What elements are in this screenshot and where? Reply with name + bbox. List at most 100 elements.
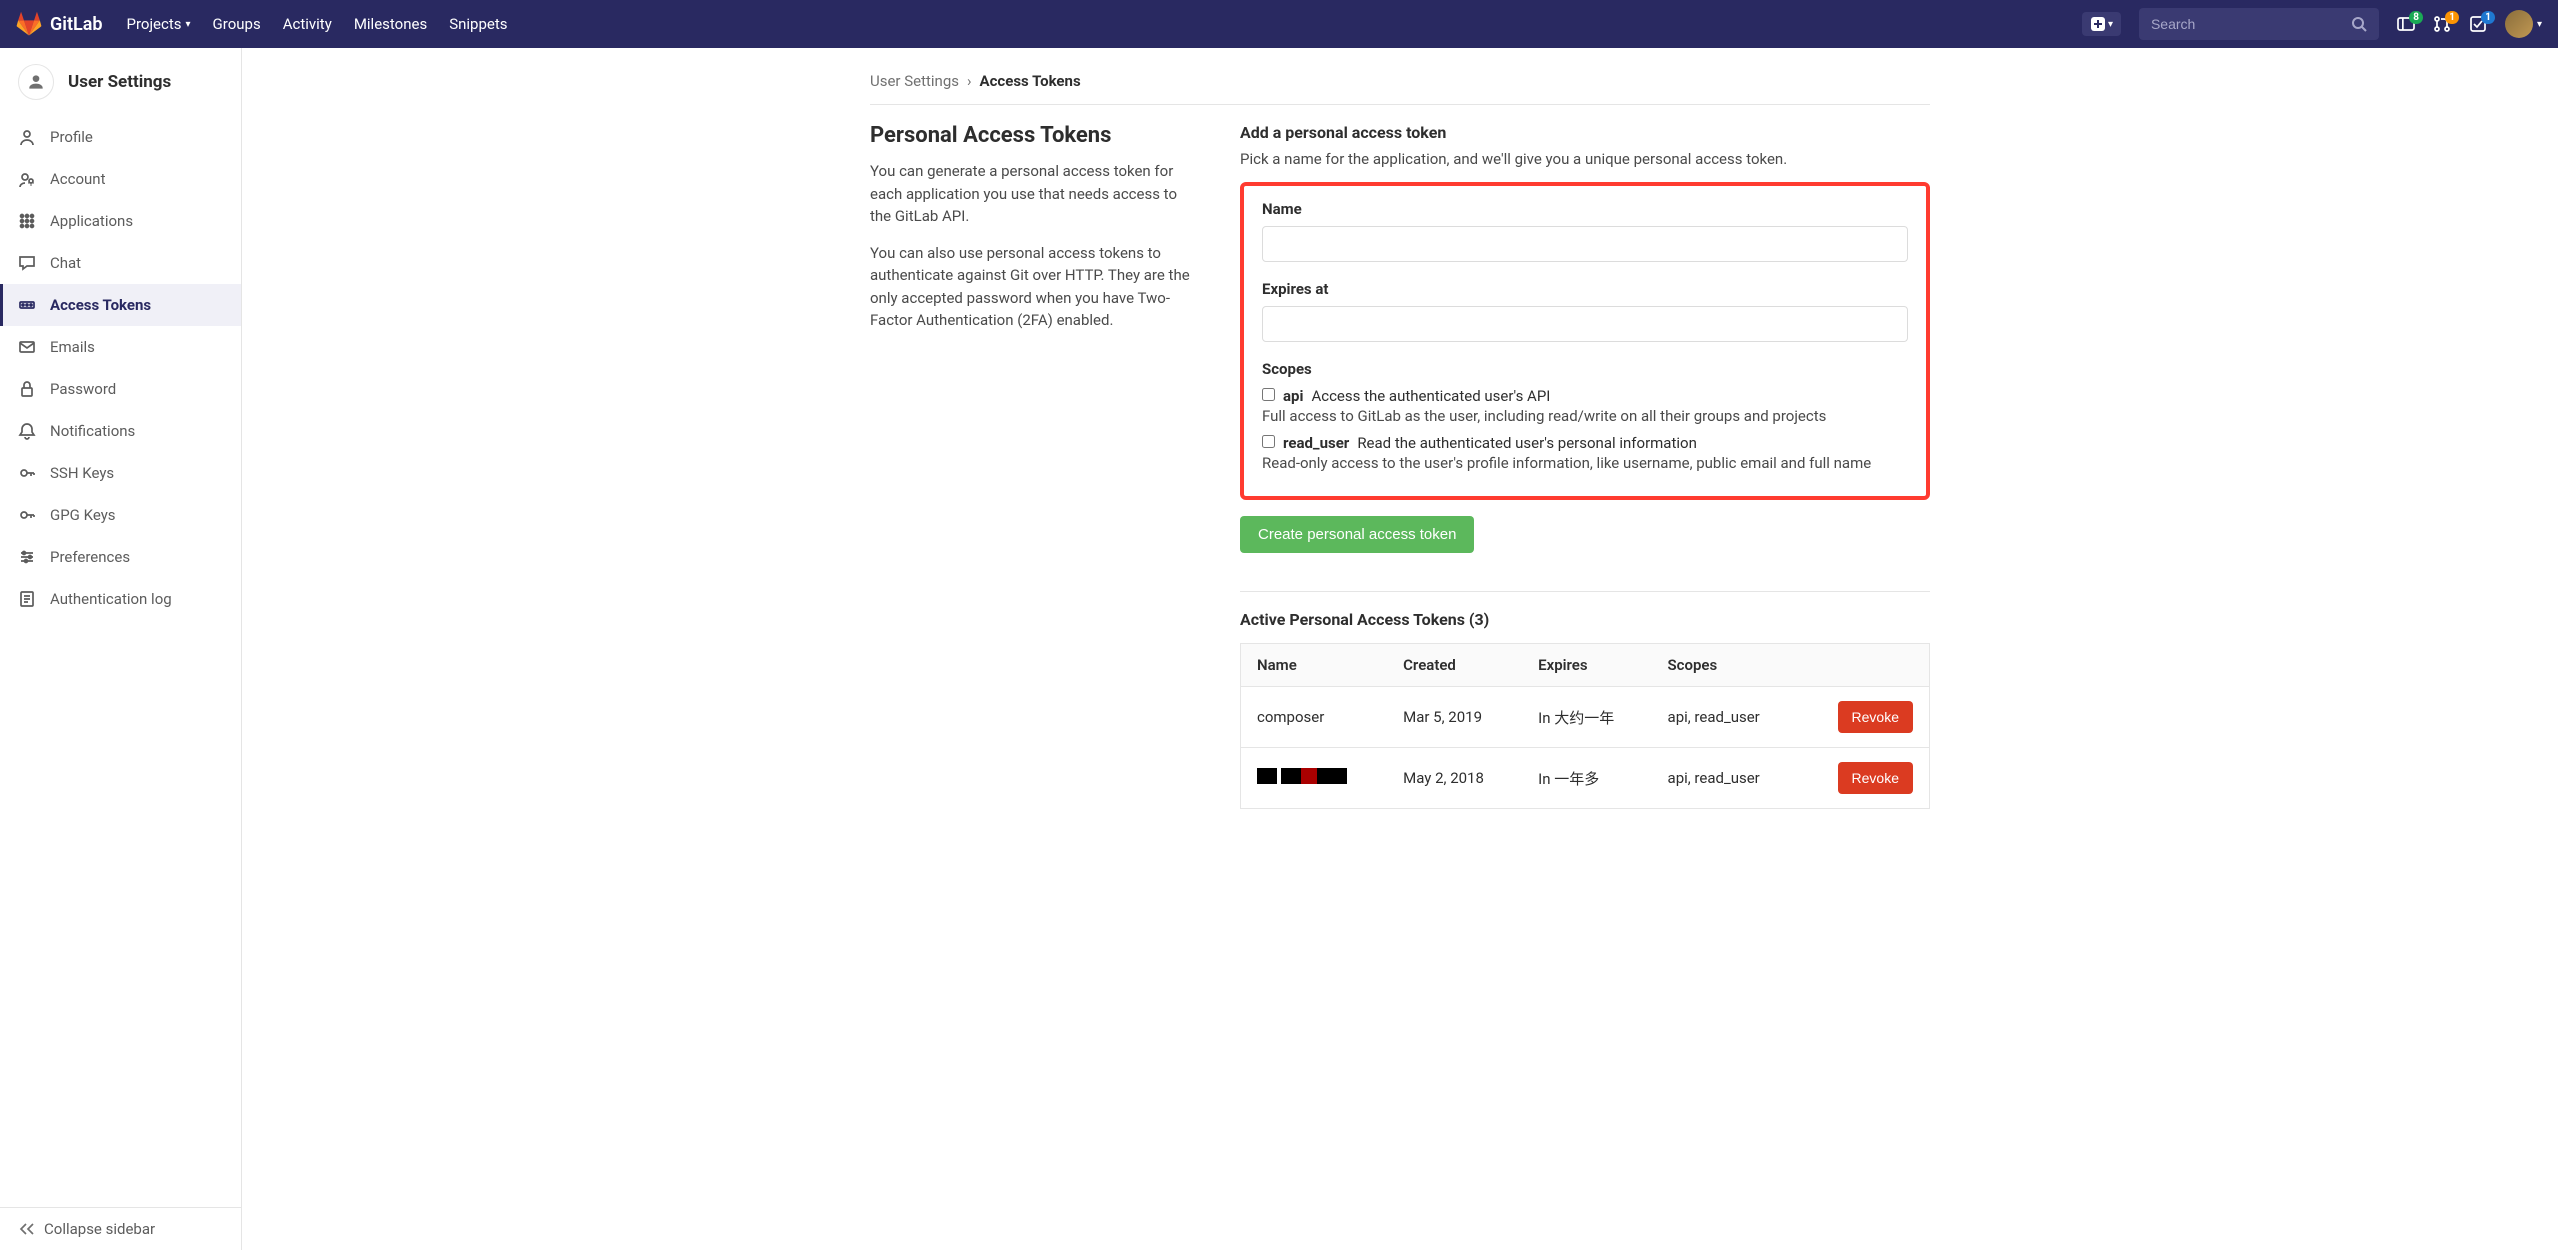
name-label: Name: [1262, 200, 1908, 218]
intro-column: Personal Access Tokens You can generate …: [870, 123, 1200, 809]
expires-label: Expires at: [1262, 280, 1908, 298]
intro-p1: You can generate a personal access token…: [870, 160, 1200, 228]
collapse-icon: [18, 1221, 34, 1237]
user-menu[interactable]: ▾: [2505, 10, 2542, 38]
cell-scopes: api, read_user: [1652, 687, 1801, 748]
revoke-button[interactable]: Revoke: [1838, 701, 1913, 733]
search-input[interactable]: [2151, 16, 2351, 32]
merge-requests-button[interactable]: 1: [2433, 15, 2451, 33]
nav-groups[interactable]: Groups: [213, 15, 261, 33]
redacted-name: [1257, 768, 1347, 784]
password-icon: [18, 380, 36, 398]
cell-created: Mar 5, 2019: [1387, 687, 1522, 748]
scope-desc-api: Full access to GitLab as the user, inclu…: [1262, 407, 1908, 425]
scope-desc-read_user: Read-only access to the user's profile i…: [1262, 454, 1908, 472]
sidebar-item-label: Access Tokens: [50, 296, 151, 314]
scope-short: Access the authenticated user's API: [1311, 387, 1550, 405]
plus-icon: [2090, 16, 2106, 32]
scope-row-read_user: read_user Read the authenticated user's …: [1262, 431, 1908, 452]
sidebar-item-label: Authentication log: [50, 590, 172, 608]
sidebar-item-label: GPG Keys: [50, 506, 116, 524]
divider: [1240, 591, 1930, 592]
page-heading: Personal Access Tokens: [870, 123, 1200, 148]
chevron-down-icon: ▾: [2537, 19, 2542, 30]
breadcrumb-parent[interactable]: User Settings: [870, 72, 959, 90]
topnav-right: ▾ 8 1 1 ▾: [2082, 8, 2542, 40]
scope-checkbox-read_user[interactable]: [1262, 435, 1275, 448]
profile-icon: [18, 128, 36, 146]
user-icon: [18, 64, 54, 100]
sidebar-nav: Profile Account Applications Chat Access Tok…: [0, 116, 241, 1207]
sidebar-item-applications[interactable]: Applications: [0, 200, 241, 242]
chevron-down-icon: ▾: [186, 19, 191, 30]
scopes-label: Scopes: [1262, 360, 1908, 378]
sidebar-item-notifications[interactable]: Notifications: [0, 410, 241, 452]
scope-name: read_user: [1283, 434, 1349, 452]
col-created: Created: [1387, 644, 1522, 687]
preferences-icon: [18, 548, 36, 566]
revoke-button[interactable]: Revoke: [1838, 762, 1913, 794]
sidebar-header: User Settings: [0, 48, 241, 116]
cell-name: [1241, 748, 1388, 809]
account-icon: [18, 170, 36, 188]
sidebar-item-preferences[interactable]: Preferences: [0, 536, 241, 578]
sidebar-item-label: Emails: [50, 338, 95, 356]
col-expires: Expires: [1522, 644, 1651, 687]
merge-badge: 1: [2445, 11, 2459, 24]
collapse-sidebar[interactable]: Collapse sidebar: [0, 1207, 241, 1250]
sidebar-item-label: Profile: [50, 128, 93, 146]
applications-icon: [18, 212, 36, 230]
sidebar-item-label: Chat: [50, 254, 81, 272]
sidebar-item-label: Password: [50, 380, 116, 398]
nav-activity[interactable]: Activity: [283, 15, 332, 33]
scope-checkbox-api[interactable]: [1262, 388, 1275, 401]
sidebar-item-chat[interactable]: Chat: [0, 242, 241, 284]
sidebar-item-emails[interactable]: Emails: [0, 326, 241, 368]
highlighted-form-area: Name Expires at Scopes api Access the au…: [1240, 182, 1930, 500]
sidebar-item-gpg-keys[interactable]: GPG Keys: [0, 494, 241, 536]
new-dropdown[interactable]: ▾: [2082, 12, 2121, 36]
sidebar-item-password[interactable]: Password: [0, 368, 241, 410]
nav-milestones[interactable]: Milestones: [354, 15, 427, 33]
sidebar-item-label: SSH Keys: [50, 464, 114, 482]
top-navbar: GitLab Projects ▾ Groups Activity Milest…: [0, 0, 2558, 48]
sidebar-item-profile[interactable]: Profile: [0, 116, 241, 158]
cell-expires: In 大约一年: [1522, 687, 1651, 748]
nav-projects[interactable]: Projects ▾: [127, 15, 191, 33]
issues-button[interactable]: 8: [2397, 15, 2415, 33]
sidebar-item-label: Applications: [50, 212, 133, 230]
brand-text: GitLab: [50, 14, 103, 35]
cell-expires: In 一年多: [1522, 748, 1651, 809]
gitlab-logo[interactable]: GitLab: [16, 11, 103, 37]
col-name: Name: [1241, 644, 1388, 687]
create-token-button[interactable]: Create personal access token: [1240, 516, 1474, 553]
token-expires-input[interactable]: [1262, 306, 1908, 342]
sidebar-item-label: Preferences: [50, 548, 130, 566]
sidebar-item-ssh-keys[interactable]: SSH Keys: [0, 452, 241, 494]
col-scopes: Scopes: [1652, 644, 1801, 687]
cell-name: composer: [1241, 687, 1388, 748]
settings-sidebar: User Settings Profile Account Applications…: [0, 48, 242, 1250]
access-tokens-icon: [18, 296, 36, 314]
token-name-input[interactable]: [1262, 226, 1908, 262]
chevron-right-icon: ›: [967, 72, 972, 90]
table-row: May 2, 2018In 一年多api, read_userRevoke: [1241, 748, 1930, 809]
cell-scopes: api, read_user: [1652, 748, 1801, 809]
sidebar-item-auth-log[interactable]: Authentication log: [0, 578, 241, 620]
sidebar-item-account[interactable]: Account: [0, 158, 241, 200]
scope-row-api: api Access the authenticated user's API: [1262, 384, 1908, 405]
sidebar-item-label: Account: [50, 170, 106, 188]
gpg-keys-icon: [18, 506, 36, 524]
sidebar-item-access-tokens[interactable]: Access Tokens: [0, 284, 241, 326]
scope-name: api: [1283, 387, 1303, 405]
scope-short: Read the authenticated user's personal i…: [1357, 434, 1697, 452]
sidebar-item-label: Notifications: [50, 422, 135, 440]
active-tokens-title: Active Personal Access Tokens (3): [1240, 610, 1930, 629]
breadcrumb: User Settings › Access Tokens: [870, 66, 1930, 105]
user-avatar: [2505, 10, 2533, 38]
todos-badge: 1: [2481, 11, 2495, 24]
search-box[interactable]: [2139, 8, 2379, 40]
todos-button[interactable]: 1: [2469, 15, 2487, 33]
table-row: composerMar 5, 2019In 大约一年api, read_user…: [1241, 687, 1930, 748]
nav-snippets[interactable]: Snippets: [449, 15, 507, 33]
